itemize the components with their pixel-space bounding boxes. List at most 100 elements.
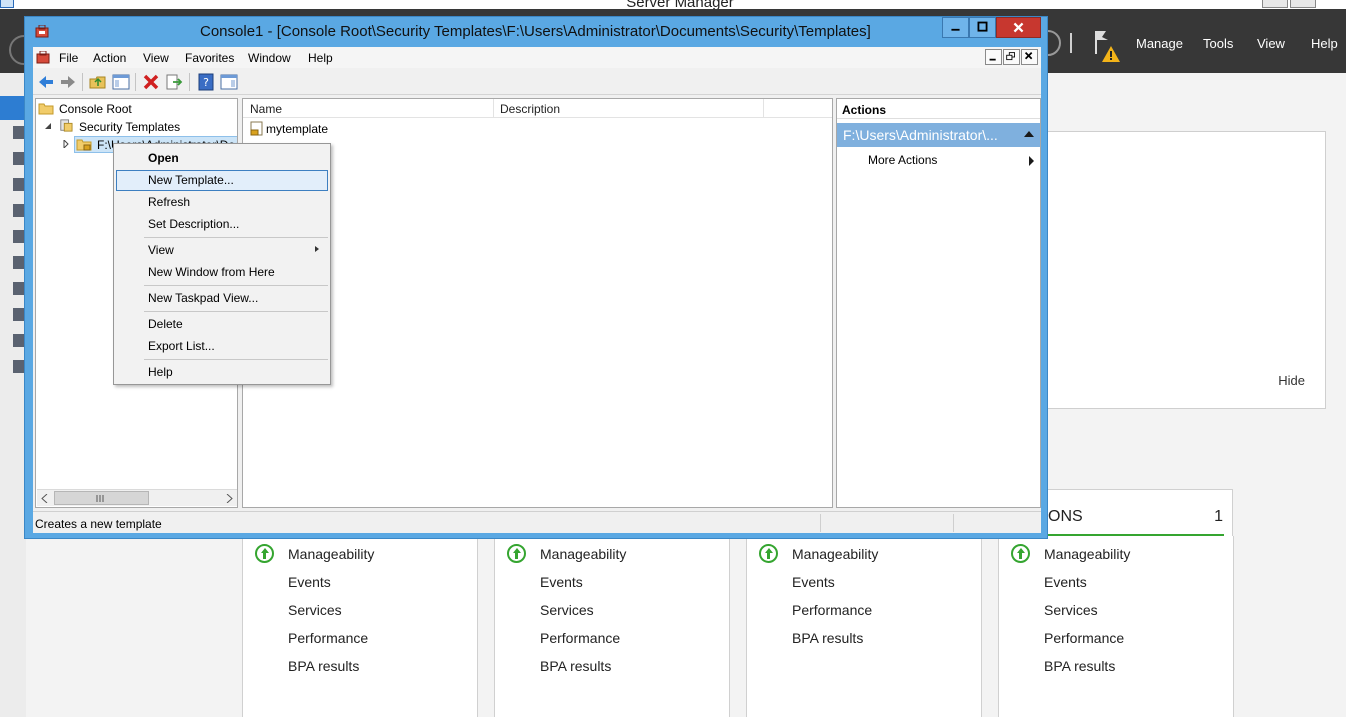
menu-file[interactable]: File: [59, 51, 78, 65]
tile-row-services[interactable]: Services: [540, 602, 594, 618]
context-item-export-list[interactable]: Export List...: [148, 339, 215, 353]
tile-row-performance[interactable]: Performance: [288, 630, 368, 646]
security-templates-icon: [60, 119, 73, 132]
scroll-right-icon[interactable]: [226, 494, 233, 503]
mmc-titlebar[interactable]: Console1 - [Console Root\Security Templa…: [25, 17, 1047, 47]
server-manager-titlebar: Server Manager: [0, 0, 1346, 11]
tile-row-events[interactable]: Events: [792, 574, 835, 590]
welcome-hide-link[interactable]: Hide: [1278, 373, 1305, 388]
tile-row-performance[interactable]: Performance: [792, 602, 872, 618]
context-menu: Open New Template... Refresh Set Descrip…: [113, 143, 331, 385]
column-divider[interactable]: [493, 99, 494, 117]
context-item-new-window[interactable]: New Window from Here: [148, 265, 275, 279]
mmc-app-icon[interactable]: [35, 25, 49, 38]
child-close-button[interactable]: [1021, 49, 1038, 65]
tile-row-bpa[interactable]: BPA results: [792, 630, 863, 646]
tree-item-label: Security Templates: [79, 120, 181, 134]
notifications-flag-icon[interactable]: [1092, 28, 1122, 64]
maximize-button[interactable]: [969, 17, 996, 38]
menu-action[interactable]: Action: [93, 51, 126, 65]
show-hide-action-pane-icon[interactable]: [219, 72, 239, 92]
column-divider[interactable]: [763, 99, 764, 117]
menu-window[interactable]: Window: [248, 51, 291, 65]
up-one-level-icon[interactable]: [88, 72, 108, 92]
ok-status-icon: [507, 544, 526, 563]
tile-row-manageability[interactable]: Manageability: [540, 546, 626, 562]
tile-row-services[interactable]: Services: [288, 602, 342, 618]
sidebar-storage-icon[interactable]: [13, 282, 24, 295]
tile-row-events[interactable]: Events: [540, 574, 583, 590]
sidebar-role-icon[interactable]: [13, 256, 24, 269]
actions-section-label: F:\Users\Administrator\...: [843, 127, 998, 143]
expanded-arrow-icon[interactable]: [44, 122, 52, 130]
tile-row-performance[interactable]: Performance: [1044, 630, 1124, 646]
sidebar-computer-icon[interactable]: [13, 360, 24, 373]
menu-view[interactable]: View: [143, 51, 169, 65]
status-text: Creates a new template: [35, 517, 162, 531]
tile-row-bpa[interactable]: BPA results: [1044, 658, 1115, 674]
sidebar-all-servers-icon[interactable]: [13, 152, 24, 165]
tile-row-events[interactable]: Events: [288, 574, 331, 590]
close-button[interactable]: [996, 17, 1041, 38]
context-item-set-description[interactable]: Set Description...: [148, 217, 239, 231]
sidebar-file-services-icon[interactable]: [13, 204, 24, 217]
context-item-refresh[interactable]: Refresh: [148, 195, 190, 209]
tile-row-bpa[interactable]: BPA results: [540, 658, 611, 674]
tree-horizontal-scrollbar[interactable]: [37, 489, 237, 506]
context-item-delete[interactable]: Delete: [148, 317, 183, 331]
minimize-button[interactable]: [942, 17, 969, 38]
child-restore-button[interactable]: [1003, 49, 1020, 65]
tile-row-manageability[interactable]: Manageability: [1044, 546, 1130, 562]
toolbar-separator: [135, 73, 136, 91]
collapse-up-icon[interactable]: [1024, 131, 1034, 137]
tile-count: 1: [1214, 508, 1223, 525]
tile-row-bpa[interactable]: BPA results: [288, 658, 359, 674]
context-item-new-taskpad-view[interactable]: New Taskpad View...: [148, 291, 258, 305]
scrollbar-thumb[interactable]: [54, 491, 149, 505]
actions-title: Actions: [842, 103, 887, 117]
menu-favorites[interactable]: Favorites: [185, 51, 234, 65]
console-doc-icon[interactable]: [36, 51, 50, 64]
sidebar-ad-icon[interactable]: [13, 178, 24, 191]
column-header-description[interactable]: Description: [500, 102, 560, 116]
sidebar-keys-icon[interactable]: [13, 334, 24, 347]
svg-text:?: ?: [203, 76, 209, 89]
more-actions-item[interactable]: More Actions: [868, 153, 937, 167]
help-icon[interactable]: ?: [196, 72, 216, 92]
tile-header[interactable]: ONS 1: [1048, 489, 1233, 537]
column-header-name[interactable]: Name: [250, 102, 282, 116]
tile-row-events[interactable]: Events: [1044, 574, 1087, 590]
status-bar: Creates a new template: [33, 511, 1041, 533]
sidebar-local-server-icon[interactable]: [13, 126, 24, 139]
show-hide-tree-icon[interactable]: [111, 72, 131, 92]
context-item-view[interactable]: View: [148, 243, 174, 257]
collapsed-arrow-icon[interactable]: [62, 140, 70, 148]
actions-section-header[interactable]: F:\Users\Administrator\...: [837, 123, 1040, 147]
tile-row-manageability[interactable]: Manageability: [288, 546, 374, 562]
sm-maximize-button[interactable]: [1290, 0, 1316, 8]
context-item-new-template[interactable]: New Template...: [148, 173, 234, 187]
delete-icon[interactable]: [141, 72, 161, 92]
tile-row-manageability[interactable]: Manageability: [792, 546, 878, 562]
tile-row-performance[interactable]: Performance: [540, 630, 620, 646]
child-minimize-button[interactable]: [985, 49, 1002, 65]
sidebar-remote-icon[interactable]: [13, 308, 24, 321]
export-list-icon[interactable]: [164, 72, 184, 92]
context-separator: [144, 311, 328, 312]
context-item-help[interactable]: Help: [148, 365, 173, 379]
sm-menu-view[interactable]: View: [1257, 36, 1285, 51]
scroll-left-icon[interactable]: [41, 494, 48, 503]
ok-status-icon: [1011, 544, 1030, 563]
forward-arrow-icon[interactable]: [58, 72, 78, 92]
sidebar-item-dashboard[interactable]: [0, 96, 26, 120]
menu-help[interactable]: Help: [308, 51, 333, 65]
tile-row-services[interactable]: Services: [1044, 602, 1098, 618]
sidebar-iis-icon[interactable]: [13, 230, 24, 243]
sm-menu-tools[interactable]: Tools: [1203, 36, 1233, 51]
back-arrow-icon[interactable]: [36, 72, 56, 92]
sm-menu-help[interactable]: Help: [1311, 36, 1338, 51]
maximize-icon: [977, 21, 988, 32]
sm-minimize-button[interactable]: [1262, 0, 1288, 8]
sm-menu-manage[interactable]: Manage: [1136, 36, 1183, 51]
context-item-open[interactable]: Open: [148, 151, 179, 165]
